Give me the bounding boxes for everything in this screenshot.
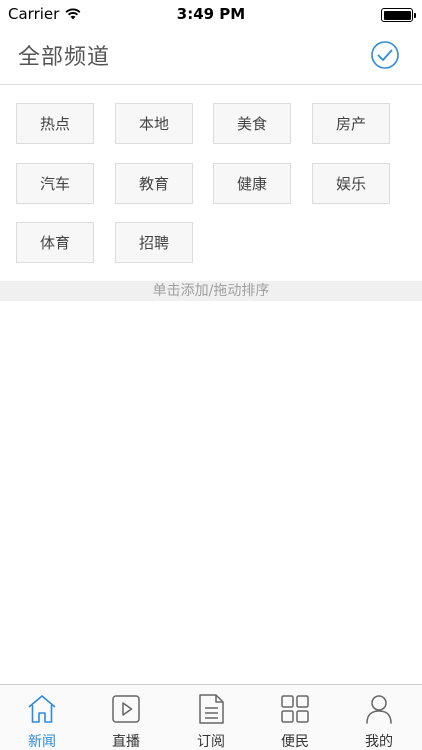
status-bar: Carrier 3:49 PM [0, 0, 422, 28]
channel-chip[interactable]: 美食 [213, 103, 291, 144]
tab-label: 订阅 [197, 734, 225, 750]
tab-services[interactable]: 便民 [253, 685, 337, 750]
battery-tip [413, 13, 416, 18]
channel-grid: 热点 本地 美食 房产 汽车 教育 健康 娱乐 体育 招聘 [0, 85, 422, 281]
tab-bar: 新闻 直播 订阅 便民 我的 [0, 684, 422, 750]
channel-chip[interactable]: 招聘 [115, 222, 193, 263]
channel-chip[interactable]: 娱乐 [312, 163, 390, 204]
home-icon [28, 695, 56, 723]
hint-text: 单击添加/拖动排序 [0, 281, 422, 301]
channel-chip[interactable]: 健康 [213, 163, 291, 204]
channel-chip[interactable]: 汽车 [16, 163, 94, 204]
header: 全部频道 [0, 28, 422, 85]
channel-chip[interactable]: 体育 [16, 222, 94, 263]
confirm-button[interactable] [370, 40, 400, 70]
channel-chip[interactable]: 房产 [312, 103, 390, 144]
tab-subscribe[interactable]: 订阅 [169, 685, 253, 750]
user-icon [366, 695, 392, 724]
check-circle-icon [371, 41, 399, 69]
tab-live[interactable]: 直播 [84, 685, 168, 750]
tab-label: 便民 [281, 734, 309, 750]
status-time: 3:49 PM [176, 5, 246, 23]
channel-chip[interactable]: 教育 [115, 163, 193, 204]
tab-label: 直播 [112, 734, 140, 750]
channel-chip[interactable]: 本地 [115, 103, 193, 144]
tab-news[interactable]: 新闻 [0, 685, 84, 750]
channel-chip[interactable]: 热点 [16, 103, 94, 144]
play-icon [112, 695, 140, 723]
battery-fill [383, 10, 411, 20]
document-icon [199, 694, 224, 724]
grid-icon [281, 695, 309, 723]
battery-icon [381, 8, 416, 22]
tab-label: 我的 [365, 734, 393, 750]
page-title: 全部频道 [18, 45, 111, 70]
tab-mine[interactable]: 我的 [337, 685, 421, 750]
tab-label: 新闻 [28, 734, 56, 750]
